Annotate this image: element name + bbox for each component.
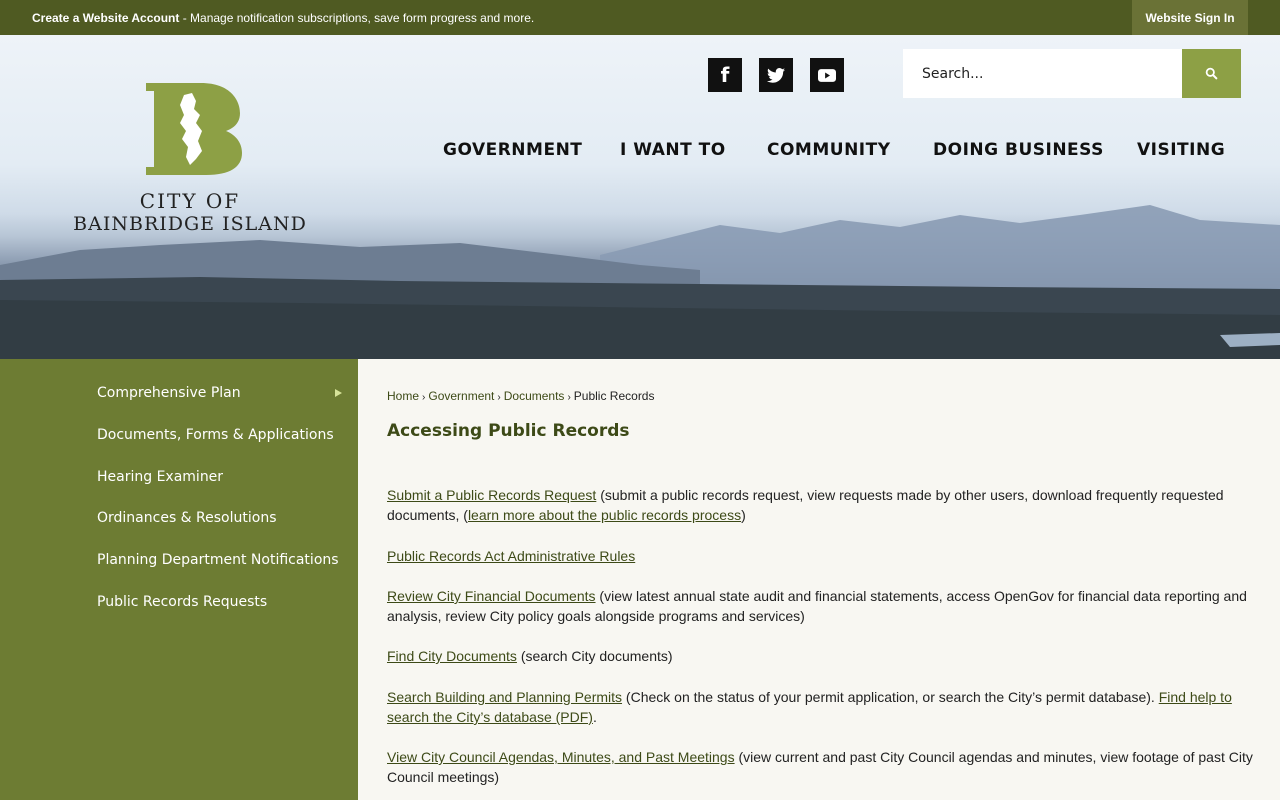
paragraph-text: (Check on the status of your permit appl… [622,689,1159,705]
search-permits-link[interactable]: Search Building and Planning Permits [387,689,622,705]
site-search [903,49,1241,98]
sidebar-item-comprehensive-plan[interactable]: Comprehensive Plan [97,385,241,401]
create-account-promo[interactable]: Create a Website Account - Manage notifi… [32,11,534,25]
nav-i-want-to[interactable]: I WANT TO [620,140,726,160]
breadcrumb-separator: › [497,392,501,403]
facebook-icon: f [720,63,730,87]
financial-documents-link[interactable]: Review City Financial Documents [387,588,596,604]
paragraph-council-agendas: View City Council Agendas, Minutes, and … [387,747,1257,787]
expand-arrow-icon[interactable] [335,389,342,397]
twitter-link[interactable] [759,58,793,92]
nav-community[interactable]: COMMUNITY [767,140,891,160]
create-account-link[interactable]: Create a Website Account [32,11,179,25]
breadcrumb-home[interactable]: Home [387,389,419,403]
promo-description: - Manage notification subscriptions, sav… [179,11,535,25]
breadcrumb-documents[interactable]: Documents [504,389,565,403]
sidebar-nav: Comprehensive Plan Documents, Forms & Ap… [0,359,358,800]
paragraph-public-records-request: Submit a Public Records Request (submit … [387,485,1257,525]
paragraph-text: (search City documents) [516,648,673,664]
logo-bainbridge-island: BAINBRIDGE ISLAND [73,213,307,235]
breadcrumb-government[interactable]: Government [428,389,494,403]
search-button[interactable] [1182,49,1241,98]
paragraph-admin-rules: Public Records Act Administrative Rules [387,546,1257,566]
paragraph-financial-documents: Review City Financial Documents (view la… [387,586,1257,626]
city-b-logo-icon [146,83,242,175]
youtube-link[interactable] [810,58,844,92]
youtube-icon [818,68,836,82]
sidebar-item-planning-notifications[interactable]: Planning Department Notifications [97,552,339,568]
twitter-icon [767,67,785,83]
sidebar-item-public-records-requests[interactable]: Public Records Requests [97,594,267,610]
breadcrumb-current: Public Records [573,389,655,403]
breadcrumb: Home › Government › Documents › Public Records [387,389,654,403]
breadcrumb-separator: › [422,392,426,403]
sidebar-item-hearing-examiner[interactable]: Hearing Examiner [97,469,223,485]
paragraph-text: . [592,709,597,725]
learn-more-process-link[interactable]: learn more about the public records proc… [468,507,741,523]
sidebar-item-documents-forms[interactable]: Documents, Forms & Applications [97,427,334,443]
main-content: Home › Government › Documents › Public Records… [358,359,1280,800]
search-icon [1205,67,1218,80]
paragraph-text: ) [741,507,746,523]
logo-city-of: CITY OF [139,189,241,213]
sidebar-item-ordinances[interactable]: Ordinances & Resolutions [97,510,277,526]
paragraph-find-documents: Find City Documents (search City documen… [387,646,1257,666]
find-city-documents-link[interactable]: Find City Documents [387,648,517,664]
submit-public-records-request-link[interactable]: Submit a Public Records Request [387,487,596,503]
nav-government[interactable]: GOVERNMENT [443,140,582,160]
search-input[interactable] [903,49,1182,98]
page-title: Accessing Public Records [387,421,630,441]
nav-visiting[interactable]: VISITING [1137,140,1225,160]
top-announcement-bar: Create a Website Account - Manage notifi… [0,0,1280,35]
city-logo[interactable]: CITY OF BAINBRIDGE ISLAND [60,83,320,235]
facebook-link[interactable]: f [708,58,742,92]
nav-doing-business[interactable]: DOING BUSINESS [933,140,1104,160]
breadcrumb-separator: › [567,392,571,403]
website-sign-in-button[interactable]: Website Sign In [1132,0,1248,35]
paragraph-permits: Search Building and Planning Permits (Ch… [387,687,1257,727]
admin-rules-link[interactable]: Public Records Act Administrative Rules [387,548,635,564]
council-agendas-link[interactable]: View City Council Agendas, Minutes, and … [387,749,735,765]
header-banner: CITY OF BAINBRIDGE ISLAND f GOVERNMENT I… [0,35,1280,359]
